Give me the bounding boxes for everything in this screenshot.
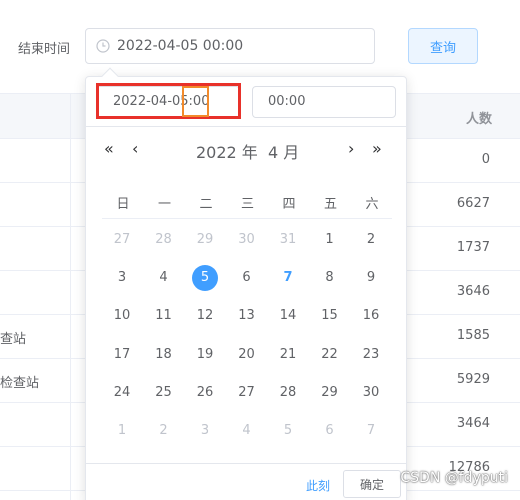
row-count: 5929 bbox=[456, 372, 490, 387]
now-button[interactable]: 此刻 bbox=[306, 477, 330, 494]
calendar-day-cell[interactable]: 31 bbox=[275, 227, 301, 253]
weekday-label: 一 bbox=[157, 197, 171, 212]
picker-date-input[interactable]: 2022-04-05:00 bbox=[96, 86, 240, 118]
calendar-day-cell[interactable]: 30 bbox=[358, 380, 384, 406]
calendar-day-cell[interactable]: 2 bbox=[151, 418, 177, 444]
calendar-day-cell[interactable]: 28 bbox=[151, 227, 177, 253]
query-button[interactable]: 查询 bbox=[408, 28, 478, 64]
calendar-day-cell[interactable]: 23 bbox=[358, 342, 384, 368]
weekday-label: 三 bbox=[240, 197, 254, 212]
picker-time-input[interactable]: 00:00 bbox=[252, 86, 396, 118]
picker-time-value: 00:00 bbox=[268, 94, 306, 109]
prev-year-icon[interactable]: « bbox=[104, 139, 114, 158]
prev-month-icon[interactable]: ‹ bbox=[132, 139, 138, 158]
calendar-day-cell[interactable]: 21 bbox=[275, 342, 301, 368]
calendar-day-cell[interactable]: 1 bbox=[317, 227, 343, 253]
calendar-day-cell[interactable]: 9 bbox=[358, 265, 384, 291]
picker-date-value: 2022-04-05:00 bbox=[113, 94, 210, 109]
people-column-header: 人数 bbox=[465, 112, 492, 127]
calendar-header: « ‹ 2022 年 4 月 › » bbox=[86, 139, 406, 163]
end-time-label: 结束时间 bbox=[18, 42, 71, 57]
weekday-label: 六 bbox=[365, 197, 379, 212]
calendar-day-cell[interactable]: 15 bbox=[317, 303, 343, 329]
calendar-day-cell[interactable]: 27 bbox=[234, 380, 260, 406]
watermark: CSDN @fdyputi bbox=[400, 470, 508, 486]
end-time-input[interactable]: 2022-04-05 00:00 bbox=[85, 28, 375, 64]
calendar-day-cell[interactable]: 4 bbox=[151, 265, 177, 291]
calendar-day-cell[interactable]: 2 bbox=[358, 227, 384, 253]
calendar-day-cell[interactable]: 24 bbox=[109, 380, 135, 406]
row-count: 6627 bbox=[456, 196, 490, 211]
weekday-header: 日一二三四五六 bbox=[102, 191, 392, 219]
calendar-day-cell[interactable]: 29 bbox=[192, 227, 218, 253]
picker-time-header: 2022-04-05:00 00:00 bbox=[86, 77, 406, 127]
row-name: 查站 bbox=[0, 332, 27, 347]
calendar-day-cell[interactable]: 6 bbox=[317, 418, 343, 444]
calendar-day-cell[interactable]: 10 bbox=[109, 303, 135, 329]
row-count: 0 bbox=[481, 152, 490, 167]
calendar-day-cell[interactable]: 29 bbox=[317, 380, 343, 406]
calendar-day-cell[interactable]: 17 bbox=[109, 342, 135, 368]
calendar-day-cell[interactable]: 19 bbox=[192, 342, 218, 368]
calendar-day-cell[interactable]: 1 bbox=[109, 418, 135, 444]
datetime-picker-popup: 2022-04-05:00 00:00 « ‹ 2022 年 4 月 › » 日… bbox=[85, 67, 407, 500]
next-year-icon[interactable]: » bbox=[372, 139, 382, 158]
column-divider bbox=[70, 93, 71, 500]
calendar-day-cell[interactable]: 6 bbox=[234, 265, 260, 291]
calendar-day-cell[interactable]: 26 bbox=[192, 380, 218, 406]
calendar-day-cell[interactable]: 5 bbox=[275, 418, 301, 444]
row-count: 1585 bbox=[456, 328, 490, 343]
calendar-day-cell[interactable]: 7 bbox=[275, 265, 301, 291]
calendar-day-cell[interactable]: 20 bbox=[234, 342, 260, 368]
calendar-day-cell[interactable]: 4 bbox=[234, 418, 260, 444]
calendar-title: 2022 年 4 月 bbox=[196, 143, 300, 162]
calendar-day-cell[interactable]: 7 bbox=[358, 418, 384, 444]
weekday-label: 日 bbox=[116, 197, 130, 212]
confirm-button[interactable]: 确定 bbox=[343, 470, 401, 498]
calendar-day-cell[interactable]: 3 bbox=[109, 265, 135, 291]
calendar-day-cell[interactable]: 16 bbox=[358, 303, 384, 329]
row-name: 检查站 bbox=[0, 376, 40, 391]
row-count: 1737 bbox=[456, 240, 490, 255]
calendar-day-cell[interactable]: 14 bbox=[275, 303, 301, 329]
next-month-icon[interactable]: › bbox=[348, 139, 354, 158]
selected-day-cell[interactable]: 5 bbox=[192, 265, 218, 292]
weekday-label: 二 bbox=[199, 197, 213, 212]
picker-footer: 此刻 确定 bbox=[86, 463, 406, 500]
calendar-day-cell[interactable]: 25 bbox=[151, 380, 177, 406]
row-count: 3646 bbox=[456, 284, 490, 299]
clock-icon bbox=[96, 39, 110, 53]
calendar-day-cell[interactable]: 30 bbox=[234, 227, 260, 253]
calendar-day-cell[interactable]: 11 bbox=[151, 303, 177, 329]
calendar-day-cell[interactable]: 3 bbox=[192, 418, 218, 444]
calendar-day-cell[interactable]: 13 bbox=[234, 303, 260, 329]
calendar-day-cell[interactable]: 18 bbox=[151, 342, 177, 368]
calendar-day-cell[interactable]: 12 bbox=[192, 303, 218, 329]
calendar-day-cell[interactable]: 8 bbox=[317, 265, 343, 291]
calendar-day-cell[interactable]: 27 bbox=[109, 227, 135, 253]
calendar-day-cell[interactable]: 22 bbox=[317, 342, 343, 368]
end-time-value: 2022-04-05 00:00 bbox=[117, 38, 244, 54]
row-count: 3464 bbox=[456, 416, 490, 431]
weekday-label: 四 bbox=[282, 197, 296, 212]
calendar-day-cell[interactable]: 28 bbox=[275, 380, 301, 406]
weekday-label: 五 bbox=[323, 197, 337, 212]
